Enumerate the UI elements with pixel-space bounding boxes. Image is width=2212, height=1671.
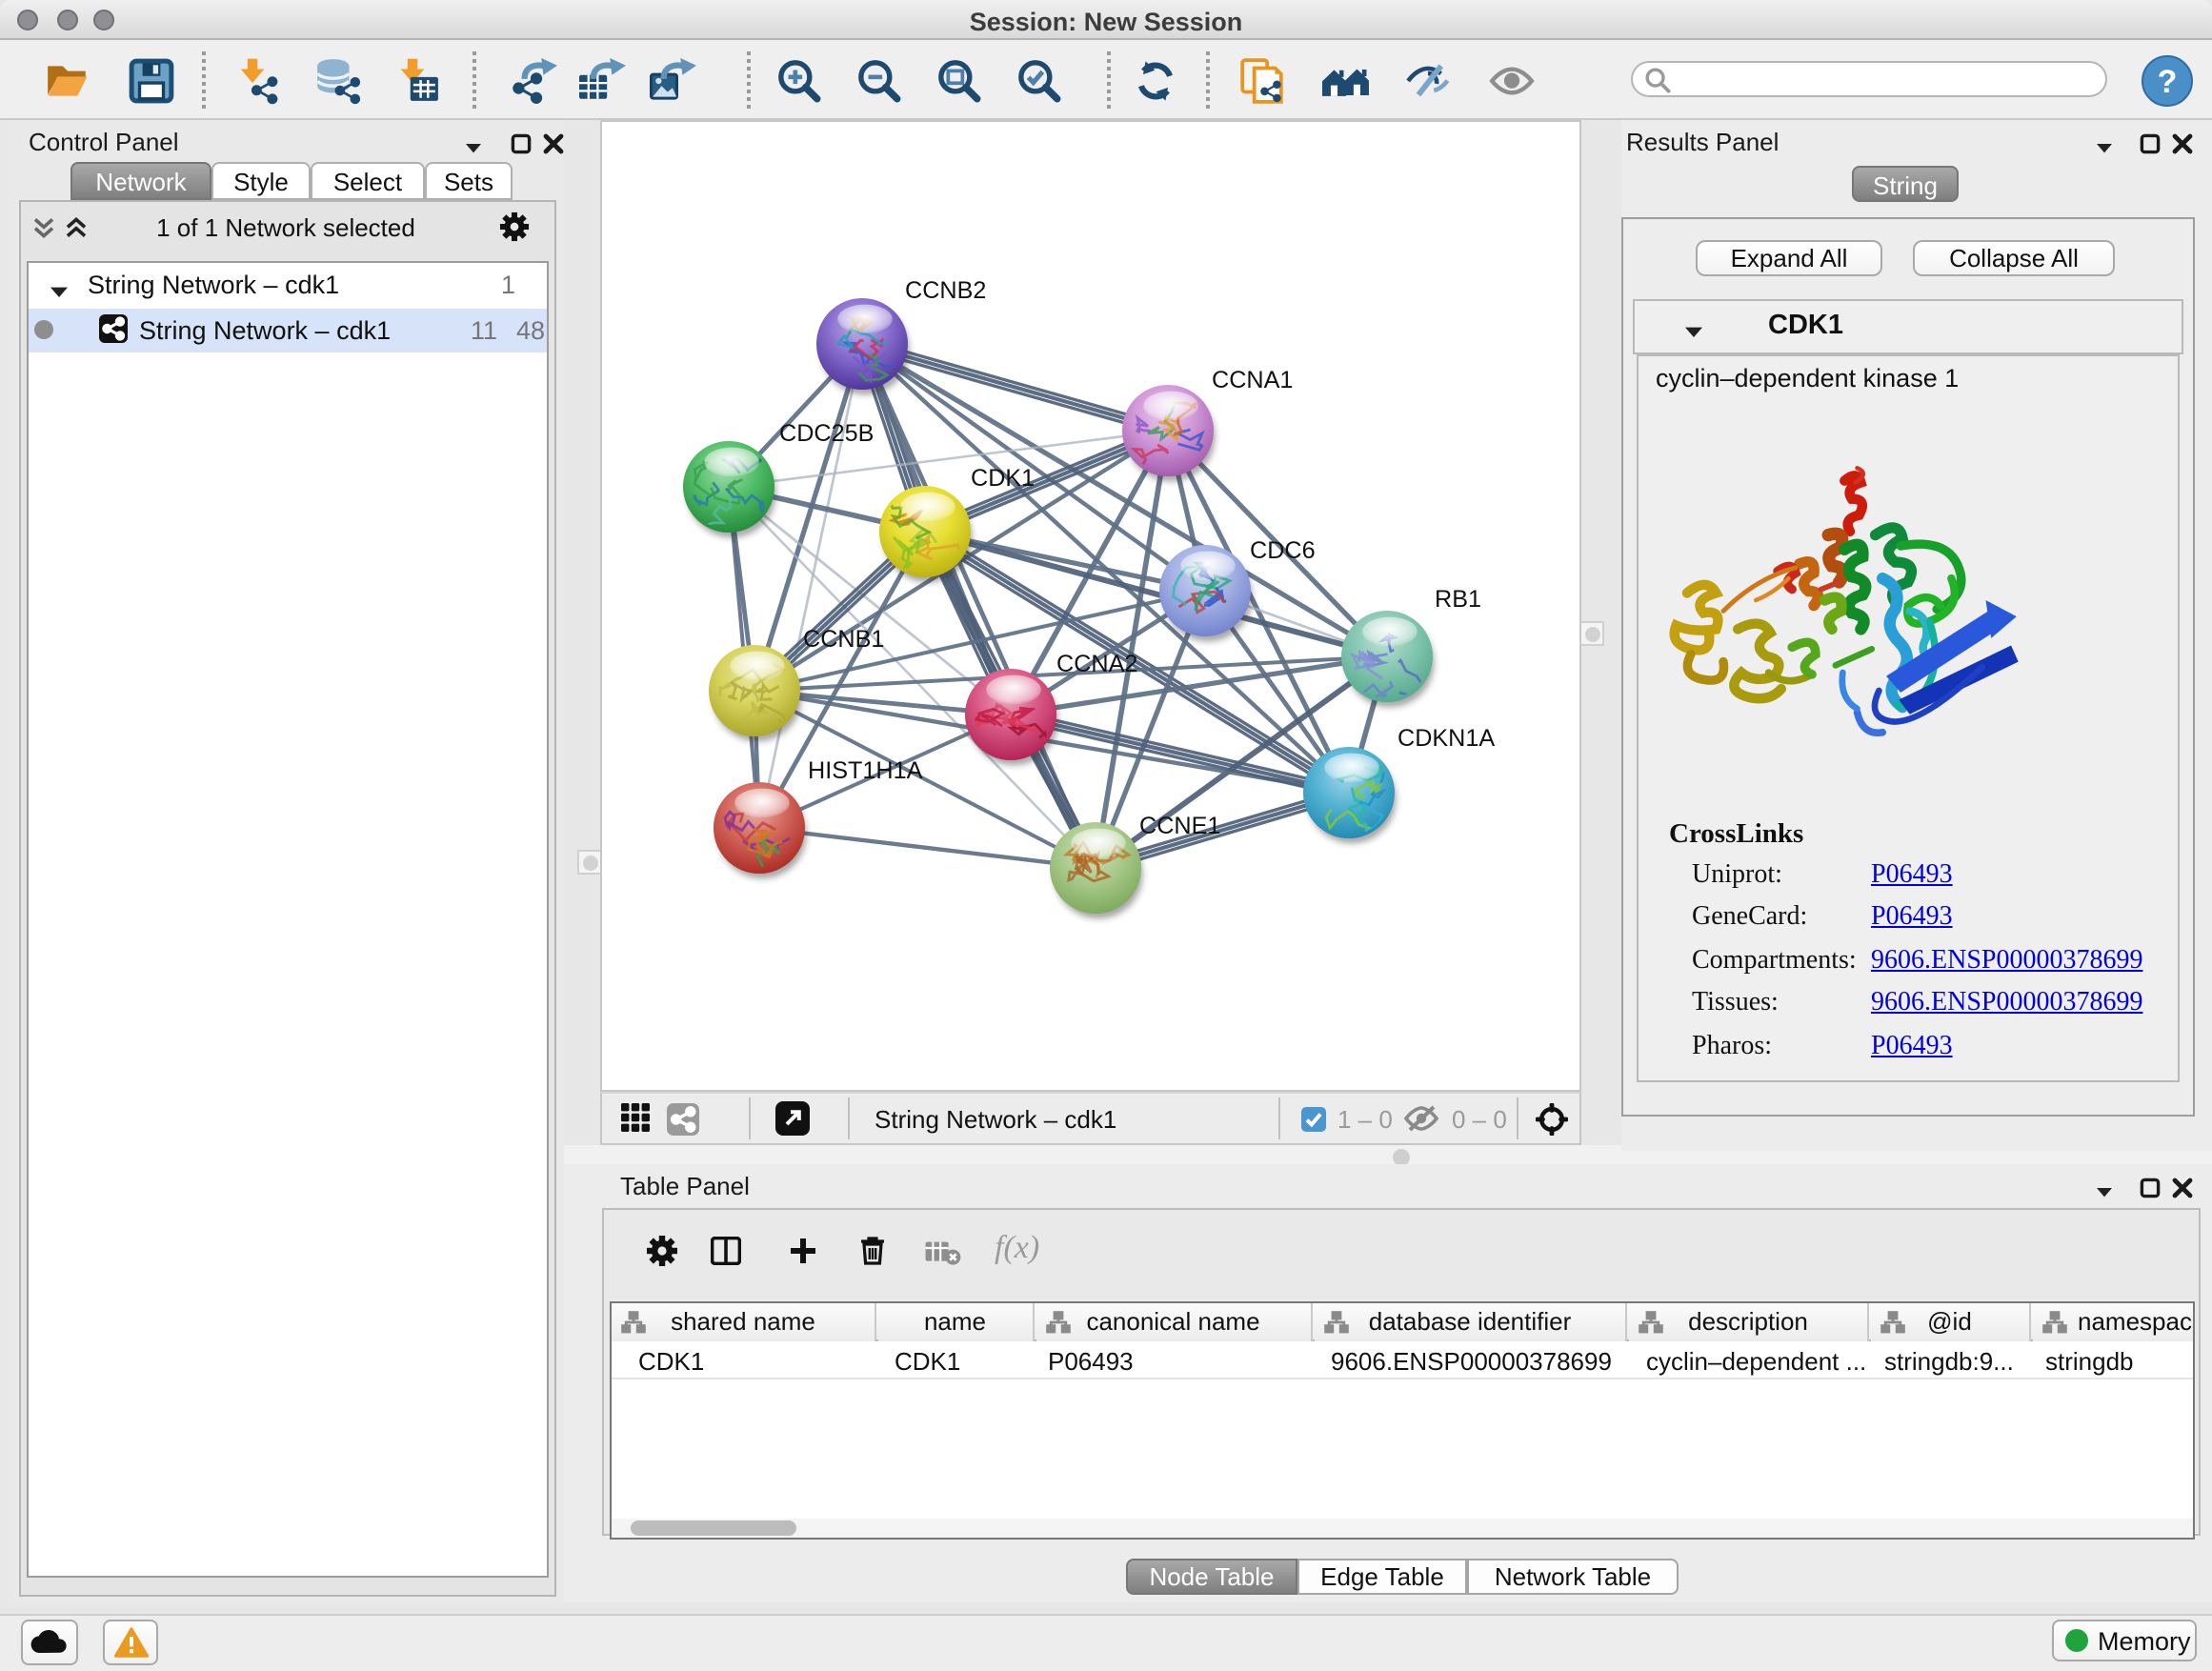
svg-text:CDC25B: CDC25B [779, 419, 874, 446]
svg-text:CCNA2: CCNA2 [1056, 650, 1137, 676]
svg-text:?: ? [2158, 63, 2178, 99]
svg-text:CDC6: CDC6 [1250, 536, 1316, 563]
svg-text:CDK1: CDK1 [971, 464, 1035, 491]
svg-text:CCNB1: CCNB1 [803, 625, 884, 652]
svg-text:CDKN1A: CDKN1A [1398, 724, 1495, 751]
svg-text:CCNE1: CCNE1 [1139, 812, 1220, 838]
svg-text:CCNB2: CCNB2 [905, 276, 986, 303]
svg-text:HIST1H1A: HIST1H1A [808, 756, 923, 783]
svg-text:RB1: RB1 [1435, 585, 1481, 612]
svg-text:CCNA1: CCNA1 [1212, 366, 1293, 393]
